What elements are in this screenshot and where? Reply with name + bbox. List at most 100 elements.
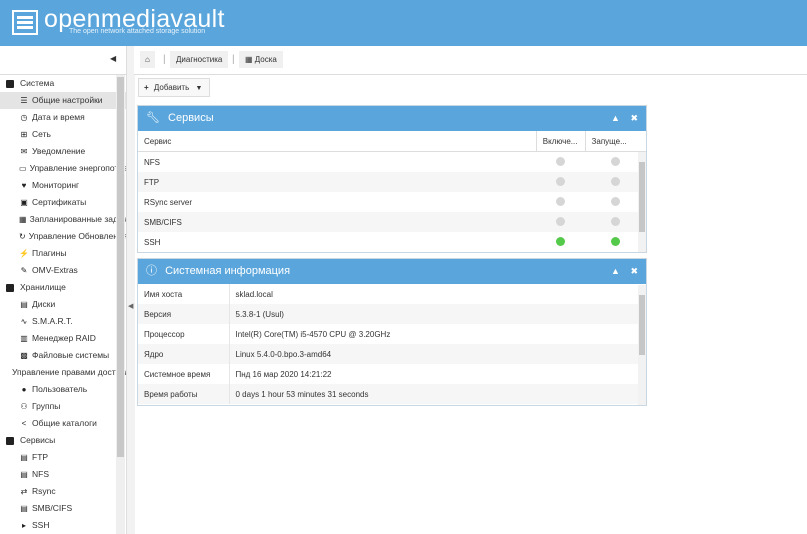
refresh-icon: ↻: [19, 232, 26, 241]
table-row[interactable]: FTP: [138, 172, 646, 192]
sidebar-item[interactable]: ⚡ Плагины: [0, 245, 126, 262]
collapse-group-icon[interactable]: [6, 79, 14, 88]
breadcrumb-dashboard-label: Доска: [254, 55, 277, 64]
home-icon[interactable]: ⌂: [140, 51, 155, 68]
raid-icon: ▥: [20, 334, 28, 343]
enabled-status-indicator: [556, 196, 566, 206]
service-name: SSH: [144, 237, 161, 247]
sidebar-item-label: Управление Обновлениями: [28, 231, 126, 241]
sysinfo-widget-title: Системная информация: [165, 265, 291, 277]
info-key: Системное время: [138, 364, 230, 384]
sidebar-item-label: S.M.A.R.T.: [32, 316, 73, 326]
running-status-indicator: [611, 176, 621, 186]
smb-icon: ▤: [20, 504, 28, 513]
sysinfo-widget: ⓘ Системная информация ▲ ✖ Имя хоста skla…: [137, 258, 647, 406]
sidebar-item[interactable]: ▩ Файловые системы: [0, 347, 126, 364]
splitter-arrow-icon[interactable]: ◀: [128, 302, 133, 310]
collapse-group-icon[interactable]: [6, 436, 14, 445]
sidebar-item[interactable]: ♥ Мониторинг: [0, 177, 126, 194]
sidebar-group[interactable]: Сервисы: [0, 432, 126, 449]
wrench-icon: 🔧︎: [146, 112, 160, 124]
sysinfo-widget-header: ⓘ Системная информация ▲ ✖: [138, 259, 646, 284]
sidebar-item[interactable]: ▥ Менеджер RAID: [0, 330, 126, 347]
collapse-sidebar-icon[interactable]: ◀: [110, 54, 116, 63]
sidebar-scrollbar[interactable]: [116, 75, 125, 534]
table-row[interactable]: Системное время Пнд 16 мар 2020 14:21:22: [138, 364, 646, 384]
sidebar-item[interactable]: ▤ Диски: [0, 296, 126, 313]
sidebar-item-label: Общие каталоги: [32, 418, 97, 428]
sidebar-item-label: Rsync: [32, 486, 56, 496]
heartbeat-icon: ♥: [21, 181, 27, 190]
sidebar-group[interactable]: Управление правами доступа: [0, 364, 126, 381]
sidebar-item[interactable]: ▤ FTP: [0, 449, 126, 466]
sidebar-item-label: NFS: [32, 469, 49, 479]
sidebar-item-label: Менеджер RAID: [32, 333, 96, 343]
sidebar-item[interactable]: ⚇ Группы: [0, 398, 126, 415]
add-button[interactable]: + Добавить ▼: [138, 78, 210, 97]
close-icon[interactable]: ✖: [630, 266, 638, 276]
sidebar-item[interactable]: ▤ SMB/CIFS: [0, 500, 126, 517]
table-row[interactable]: SMB/CIFS: [138, 212, 646, 232]
sidebar-item[interactable]: ⇄ Rsync: [0, 483, 126, 500]
sidebar-splitter[interactable]: ◀: [126, 46, 135, 534]
sidebar-item[interactable]: ▦ Запланированные задачи: [0, 211, 126, 228]
sidebar-item[interactable]: < Общие каталоги: [0, 415, 126, 432]
table-row[interactable]: Имя хоста sklad.local: [138, 284, 646, 304]
sidebar-item[interactable]: ✎ OMV-Extras: [0, 262, 126, 279]
sidebar-item-label: Плагины: [32, 248, 67, 258]
sidebar-group-label: Хранилище: [20, 282, 66, 292]
dashboard-icon: ▦: [245, 55, 255, 64]
table-row[interactable]: Время работы 0 days 1 hour 53 minutes 31 …: [138, 384, 646, 404]
clock-icon: ◷: [20, 113, 28, 122]
sidebar-item[interactable]: ⊞ Сеть: [0, 126, 126, 143]
breadcrumb-dashboard[interactable]: ▦ Доска: [239, 51, 283, 68]
sidebar-item-label: Сеть: [32, 129, 51, 139]
sidebar-item[interactable]: ▸ SSH: [0, 517, 126, 534]
table-row[interactable]: Версия 5.3.8-1 (Usul): [138, 304, 646, 324]
sidebar-item[interactable]: ● Пользователь: [0, 381, 126, 398]
services-scrollbar[interactable]: [638, 152, 646, 252]
sidebar-group-label: Система: [20, 78, 55, 88]
sidebar-item[interactable]: ☰ Общие настройки: [0, 92, 126, 109]
caret-down-icon: ▼: [195, 85, 203, 92]
sidebar-item[interactable]: ▤ NFS: [0, 466, 126, 483]
column-header-service[interactable]: Сервис: [138, 131, 537, 152]
table-row[interactable]: Ядро Linux 5.4.0-0.bpo.3-amd64: [138, 344, 646, 364]
column-header-running[interactable]: Запуще...: [585, 131, 646, 152]
app-header: openmediavault The open network attached…: [0, 0, 807, 46]
running-status-indicator: [611, 196, 621, 206]
sidebar-item[interactable]: ▣ Сертификаты: [0, 194, 126, 211]
sidebar-item-label: SSH: [32, 520, 50, 530]
collapse-icon[interactable]: ▲: [611, 266, 620, 276]
collapse-group-icon[interactable]: [6, 283, 14, 292]
sidebar-group-label: Управление правами доступа: [12, 367, 126, 377]
sidebar-item[interactable]: ◷ Дата и время: [0, 109, 126, 126]
calendar-icon: ▦: [19, 215, 27, 224]
column-header-enabled[interactable]: Включе...: [536, 131, 586, 152]
sidebar-item[interactable]: ↻Управление Обновлениями: [0, 228, 126, 245]
sidebar-item[interactable]: ∿ S.M.A.R.T.: [0, 313, 126, 330]
table-row[interactable]: SSH: [138, 232, 646, 252]
info-key: Ядро: [138, 344, 230, 364]
close-icon[interactable]: ✖: [630, 113, 638, 123]
sidebar-toolbar: ◀: [0, 46, 133, 75]
sidebar-item[interactable]: ✉ Уведомление: [0, 143, 126, 160]
sidebar-group[interactable]: Система: [0, 75, 126, 92]
sysinfo-table: Имя хоста sklad.local Версия 5.3.8-1 (Usul)…: [138, 284, 646, 404]
breadcrumb-diagnostics[interactable]: Диагностика: [170, 51, 229, 68]
ftp-icon: ▤: [20, 453, 28, 462]
info-key: Версия: [138, 304, 230, 324]
table-row[interactable]: NFS: [138, 152, 646, 173]
certificate-icon: ▣: [20, 198, 28, 207]
info-key: Время работы: [138, 384, 230, 404]
sidebar-group[interactable]: Хранилище: [0, 279, 126, 296]
table-row[interactable]: RSync server: [138, 192, 646, 212]
enabled-status-indicator: [556, 156, 566, 166]
sysinfo-scrollbar[interactable]: [638, 285, 646, 405]
collapse-icon[interactable]: ▲: [611, 113, 620, 123]
sidebar-item[interactable]: ▭Управление энергопотреблением: [0, 160, 126, 177]
sliders-icon: ☰: [20, 96, 28, 105]
table-row[interactable]: Процессор Intel(R) Core(TM) i5-4570 CPU @…: [138, 324, 646, 344]
sidebar-nav: Система ☰ Общие настройки ◷ Дата и время ⊞ Сет…: [0, 75, 126, 534]
info-value: 0 days 1 hour 53 minutes 31 seconds: [229, 384, 646, 404]
